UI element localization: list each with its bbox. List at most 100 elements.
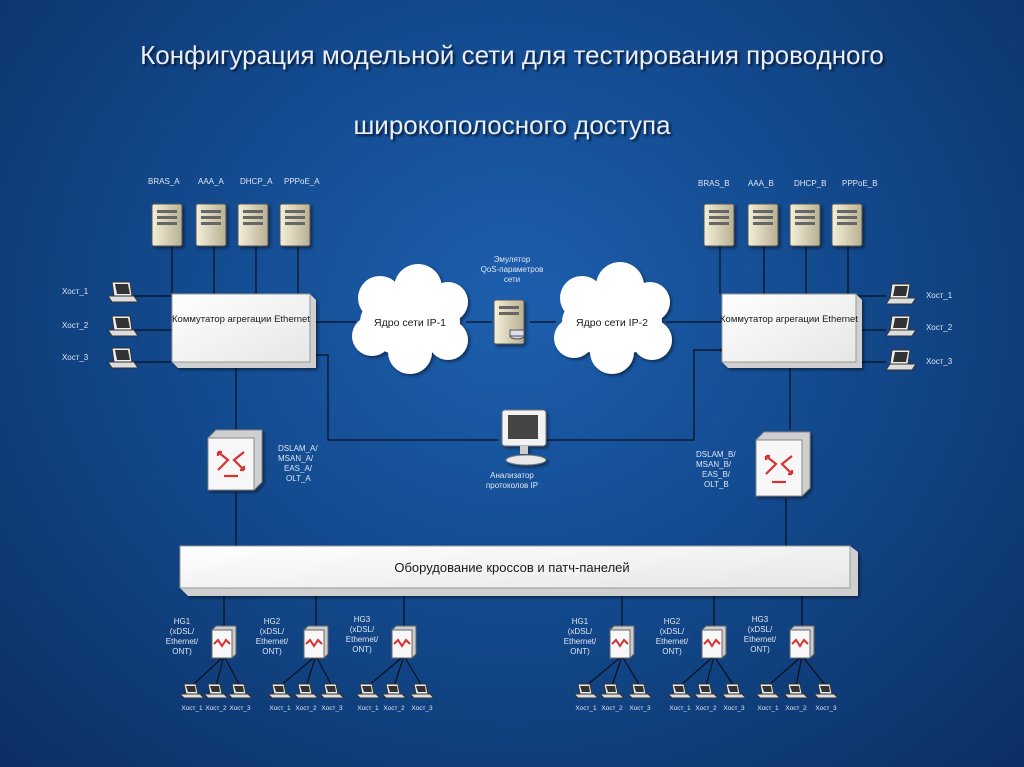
switch-b: [721, 293, 862, 368]
bottom-host-label: Хост_1: [669, 705, 691, 712]
host-left-1-label: Хост_1: [62, 287, 89, 296]
hg-labels: HG1 (xDSL/ Ethernet/ ONT) HG2 (xDSL/ Eth…: [166, 615, 777, 656]
server-label-aaa-a: AAA_A: [198, 177, 224, 186]
core-1-label: Ядро сети IP-1: [374, 317, 446, 329]
hg-3b-line-4: ONT): [750, 645, 770, 654]
switch-a-label: Коммутатор агрегации Ethernet: [172, 314, 310, 325]
dslam-b-labels: DSLAM_B/ MSAN_B/ EAS_B/ OLT_B: [696, 450, 736, 489]
laptop-icon: [626, 683, 654, 699]
server-label-pppoe-b: PPPoE_B: [842, 179, 878, 188]
bottom-host-label: Хост_2: [295, 705, 317, 712]
bottom-host-label: Хост_3: [629, 705, 651, 712]
bottom-host-label: Хост_3: [815, 705, 837, 712]
emulator-server-icon: [493, 299, 525, 345]
laptop-icon: [226, 683, 254, 699]
server-icon: [195, 203, 227, 247]
server-label-bras-b: BRAS_B: [698, 179, 730, 188]
host-left-3-label: Хост_3: [62, 353, 89, 362]
host-left-2-label: Хост_2: [62, 321, 89, 330]
bottom-host-label: Хост_3: [229, 705, 251, 712]
hg-1b-line-4: ONT): [570, 647, 590, 656]
hg-router-icon: [211, 625, 237, 659]
server-icon: [703, 203, 735, 247]
switch-b-label: Коммутатор агрегации Ethernet: [720, 314, 858, 325]
dslam-a-labels: DSLAM_A/ MSAN_A/ EAS_A/ OLT_A: [278, 444, 318, 483]
hg-2a-line-4: ONT): [262, 647, 282, 656]
hg-3b-line-1: HG3: [752, 615, 769, 624]
laptop-icon: [107, 315, 139, 337]
laptop-icon: [572, 683, 600, 699]
dslam-b-router-icon: [755, 431, 811, 497]
hg-router-icon: [789, 625, 815, 659]
laptop-icon: [380, 683, 408, 699]
analyzer-computer-icon: [501, 409, 547, 466]
server-icon: [151, 203, 183, 247]
server-icon: [279, 203, 311, 247]
hg-3a-line-1: HG3: [354, 615, 371, 624]
hg-3b-line-2: (xDSL/: [748, 625, 773, 634]
server-icon: [789, 203, 821, 247]
bottom-host-label: Хост_2: [785, 705, 807, 712]
laptop-icon: [885, 349, 917, 371]
hg-3a-line-2: (xDSL/: [350, 625, 375, 634]
hg-router-icon: [701, 625, 727, 659]
server-icon: [831, 203, 863, 247]
dslam-a-label-3: EAS_A/: [284, 464, 313, 473]
servers-b: BRAS_B AAA_B DHCP_B PPPoE_B: [698, 179, 878, 247]
server-label-pppoe-a: PPPoE_A: [284, 177, 320, 186]
hg-1a-line-1: HG1: [174, 617, 191, 626]
hosts-left: Хост_1 Хост_2 Хост_3: [62, 281, 139, 369]
server-label-dhcp-a: DHCP_A: [240, 177, 273, 186]
server-label-bras-a: BRAS_A: [148, 177, 180, 186]
hg-router-icon: [303, 625, 329, 659]
dslam-a-label-1: DSLAM_A/: [278, 444, 318, 453]
network-diagram: BRAS_A AAA_A DHCP_A PPPoE_A BRAS_B AAA_B…: [62, 177, 953, 712]
dslam-b-label-4: OLT_B: [704, 480, 729, 489]
server-icon: [747, 203, 779, 247]
hg-2a-line-3: Ethernet/: [256, 637, 289, 646]
host-right-2-label: Хост_2: [926, 323, 953, 332]
bottom-host-label: Хост_2: [695, 705, 717, 712]
dslam-a-label-4: OLT_A: [286, 474, 311, 483]
hg-1a-line-2: (xDSL/: [170, 627, 195, 636]
hg-3a-line-3: Ethernet/: [346, 635, 379, 644]
server-icon: [237, 203, 269, 247]
bottom-hosts: Хост_1 Хост_2 Хост_3 Хост_1 Хост_2 Хост_3 Хост…: [178, 683, 840, 712]
laptop-icon: [354, 683, 382, 699]
hg-1a-line-3: Ethernet/: [166, 637, 199, 646]
bottom-host-label: Хост_2: [383, 705, 405, 712]
bottom-host-label: Хост_2: [601, 705, 623, 712]
laptop-icon: [782, 683, 810, 699]
emulator-label-1: Эмулятор: [494, 255, 531, 264]
laptop-icon: [178, 683, 206, 699]
server-label-aaa-b: AAA_B: [748, 179, 774, 188]
hg-1a-line-4: ONT): [172, 647, 192, 656]
hg-1b-line-2: (xDSL/: [568, 627, 593, 636]
laptop-icon: [885, 315, 917, 337]
server-label-dhcp-b: DHCP_B: [794, 179, 826, 188]
bottom-host-label: Хост_1: [269, 705, 291, 712]
laptop-icon: [107, 281, 139, 303]
hg-3a-line-4: ONT): [352, 645, 372, 654]
laptop-icon: [266, 683, 294, 699]
emulator-label-3: сети: [504, 275, 520, 284]
bottom-host-label: Хост_1: [181, 705, 203, 712]
emulator-label-2: QoS-параметров: [481, 265, 544, 274]
hg-2b-line-2: (xDSL/: [660, 627, 685, 636]
core-2-label: Ядро сети IP-2: [576, 317, 648, 329]
dslam-b-label-3: EAS_B/: [702, 470, 731, 479]
laptop-icon: [666, 683, 694, 699]
laptop-icon: [408, 683, 436, 699]
bottom-host-label: Хост_1: [757, 705, 779, 712]
dslam-a-router-icon: [207, 429, 263, 491]
laptop-icon: [720, 683, 748, 699]
laptop-icon: [598, 683, 626, 699]
bottom-host-label: Хост_3: [321, 705, 343, 712]
laptop-icon: [754, 683, 782, 699]
dslam-b-label-2: MSAN_B/: [696, 460, 732, 469]
laptop-icon: [107, 347, 139, 369]
host-right-3-label: Хост_3: [926, 357, 953, 366]
hg-1b-line-1: HG1: [572, 617, 589, 626]
hg-router-icon: [391, 625, 417, 659]
hg-2b-line-1: HG2: [664, 617, 681, 626]
